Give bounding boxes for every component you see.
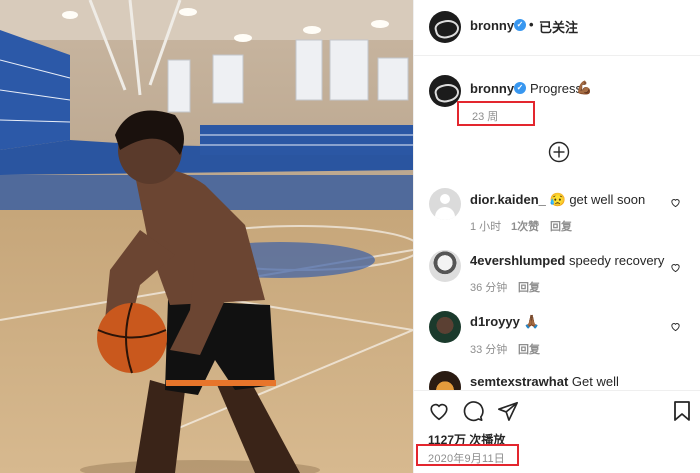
- comment-reply-button[interactable]: 回复: [550, 218, 572, 234]
- comment-avatar[interactable]: [429, 250, 461, 282]
- post-time-ago[interactable]: 23 周: [472, 108, 498, 124]
- header-username[interactable]: bronny: [470, 18, 514, 33]
- comment-text: speedy recovery: [569, 253, 665, 268]
- comment-3: d1royyy 🙏🏾: [470, 314, 540, 330]
- comment-1: dior.kaiden_ 😥 get well soon: [470, 192, 645, 208]
- comment-2: 4evershlumped speedy recovery: [470, 253, 664, 268]
- comment-like-heart-icon[interactable]: [670, 262, 681, 273]
- caption-text: Progress: [530, 81, 583, 96]
- caption-emoji: 💪🏾: [576, 80, 593, 95]
- video-frame: [0, 0, 413, 473]
- comment-emoji: 🙏🏾: [523, 314, 540, 329]
- instagram-post-view: bronny ✓ • 已关注 bronny ✓ Progress 💪🏾 23 周…: [0, 0, 700, 473]
- comment-time: 1 小时: [470, 221, 502, 233]
- comment-like-heart-icon[interactable]: [670, 321, 681, 332]
- header-avatar[interactable]: [429, 11, 461, 43]
- header-divider: [414, 55, 700, 56]
- comment-reply-button[interactable]: 回复: [518, 341, 540, 357]
- verified-badge-icon: ✓: [514, 19, 526, 31]
- comment-avatar[interactable]: [429, 311, 461, 343]
- comment-likes[interactable]: 1次赞: [511, 218, 539, 234]
- header-separator: •: [529, 17, 534, 32]
- comment-username[interactable]: semtexstrawhat: [470, 374, 568, 389]
- actions-divider: [414, 390, 700, 391]
- comment-text: get well soon: [569, 192, 646, 207]
- post-video[interactable]: [0, 0, 413, 473]
- follow-status-button[interactable]: 已关注: [539, 17, 578, 36]
- comment-like-heart-icon[interactable]: [670, 197, 681, 208]
- comment-time: 36 分钟: [470, 282, 508, 294]
- comment-username[interactable]: dior.kaiden_: [470, 192, 546, 207]
- post-side-panel: bronny ✓ • 已关注 bronny ✓ Progress 💪🏾 23 周…: [413, 0, 700, 473]
- comment-text: Get well: [571, 374, 619, 389]
- like-heart-icon[interactable]: [428, 400, 450, 422]
- save-bookmark-icon[interactable]: [672, 400, 692, 422]
- load-more-comments-icon[interactable]: [548, 141, 570, 163]
- caption-username[interactable]: bronny: [470, 81, 514, 96]
- comment-4: semtexstrawhat Get well: [470, 374, 619, 389]
- post-date[interactable]: 2020年9月11日: [428, 450, 505, 466]
- comment-avatar[interactable]: [429, 188, 461, 220]
- comment-reply-button[interactable]: 回复: [518, 279, 540, 295]
- comment-4-clip: semtexstrawhat Get well: [414, 360, 700, 390]
- comment-avatar[interactable]: [429, 371, 461, 390]
- comment-time: 33 分钟: [470, 344, 508, 356]
- comment-emoji: 😥: [549, 192, 566, 207]
- comment-bubble-icon[interactable]: [462, 400, 484, 422]
- caption-verified-icon: ✓: [514, 82, 526, 94]
- share-send-icon[interactable]: [497, 400, 519, 422]
- comment-username[interactable]: d1royyy: [470, 314, 520, 329]
- comment-username[interactable]: 4evershlumped: [470, 253, 565, 268]
